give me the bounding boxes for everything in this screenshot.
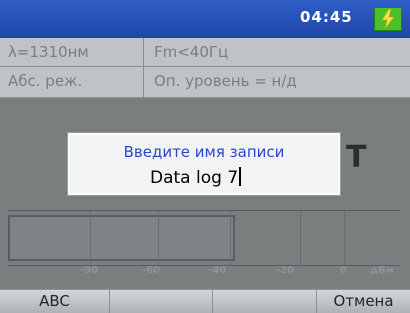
softkey-bar: ABC Отмена [0, 289, 410, 313]
softkey-2[interactable] [110, 290, 213, 313]
bar-tick [90, 211, 91, 265]
scale-label: -20 [276, 265, 295, 276]
scale-label: -60 [142, 265, 161, 276]
text-caret [239, 167, 242, 186]
info-panel: λ=1310нм Fm<40Гц Абс. реж. Оп. уровень =… [0, 38, 410, 98]
record-name-value: Data log 7 [150, 168, 239, 188]
softkey-3[interactable] [213, 290, 317, 313]
clock: 04:45 [300, 8, 353, 26]
scale-label: -40 [208, 265, 227, 276]
record-name-dialog: Введите имя записи Data log 7 [68, 133, 340, 195]
bar-tick [300, 211, 301, 265]
modulation-label: Fm<40Гц [154, 43, 229, 61]
wavelength-label: λ=1310нм [8, 43, 89, 61]
cancel-softkey[interactable]: Отмена [317, 290, 410, 313]
status-bar: 04:45 [0, 0, 410, 38]
dialog-title: Введите имя записи [123, 143, 285, 161]
info-divider-vertical [143, 38, 144, 97]
mode-label: Абс. реж. [8, 72, 83, 90]
power-bar-fill [8, 215, 235, 261]
scale-label: -90 [80, 265, 99, 276]
measurement-unit: Т [346, 140, 367, 175]
bar-tick [230, 211, 231, 265]
reference-level-label: Оп. уровень = н/д [154, 72, 297, 90]
bar-tick [344, 211, 345, 265]
info-divider-horizontal [0, 66, 410, 67]
abc-softkey[interactable]: ABC [0, 290, 110, 313]
charging-battery-icon [374, 7, 402, 31]
scale-unit-label: дБм [370, 265, 394, 276]
scale-label: 0 [340, 265, 347, 276]
bar-tick [158, 211, 159, 265]
record-name-input[interactable]: Data log 7 [150, 167, 270, 189]
power-bar-graph [8, 210, 400, 266]
